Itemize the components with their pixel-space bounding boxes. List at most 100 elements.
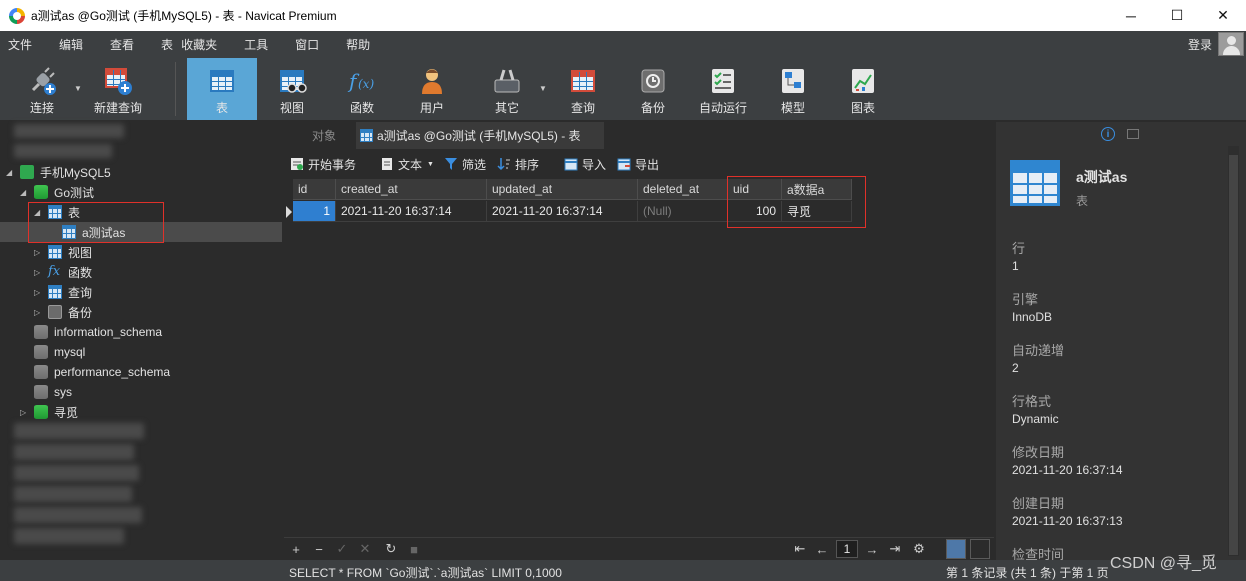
- avatar[interactable]: [1218, 32, 1244, 56]
- first-page-icon[interactable]: ⇤: [792, 541, 808, 557]
- blurred-connection: [14, 465, 139, 481]
- transaction-icon: [290, 157, 304, 171]
- add-record-icon[interactable]: +: [288, 541, 304, 557]
- collapse-arrow-icon[interactable]: ◢: [20, 188, 26, 197]
- sort-button[interactable]: 排序: [497, 156, 539, 173]
- table-cell[interactable]: 2021-11-20 16:37:14: [487, 201, 638, 222]
- info-panel-scrollbar[interactable]: [1228, 146, 1239, 556]
- menu-edit[interactable]: 编辑: [51, 36, 83, 53]
- toolbar-new-query-button[interactable]: 新建查询: [88, 58, 148, 120]
- tab-objects[interactable]: 对象: [292, 122, 356, 149]
- discard-changes-icon[interactable]: ✕: [357, 541, 373, 557]
- toolbar-user-button[interactable]: 用户: [402, 58, 462, 120]
- toolbar-table-button[interactable]: 表: [187, 58, 257, 120]
- tree-queries-node[interactable]: ▷ 查询: [0, 282, 282, 302]
- text-icon: [380, 157, 394, 171]
- table-cell[interactable]: 1: [293, 201, 336, 222]
- info-row-format-label: 行格式: [1012, 394, 1052, 409]
- previous-page-icon[interactable]: ←: [814, 541, 830, 557]
- toolbar-query-button[interactable]: 查询: [553, 58, 613, 120]
- toolbar-chart-button[interactable]: 图表: [833, 58, 893, 120]
- info-object-name: a测试as: [1076, 169, 1128, 185]
- next-page-icon[interactable]: →: [864, 541, 880, 557]
- tree-database-performance-schema[interactable]: performance_schema: [0, 362, 282, 382]
- menu-window[interactable]: 窗口: [287, 36, 319, 53]
- column-header-deleted-at[interactable]: deleted_at: [638, 179, 728, 200]
- menu-file[interactable]: 文件: [0, 36, 32, 53]
- maximize-button[interactable]: ☐: [1154, 0, 1200, 31]
- delete-record-icon[interactable]: −: [311, 541, 327, 557]
- page-number-input[interactable]: 1: [836, 540, 858, 558]
- tab-table-editor-label: a测试as @Go测试 (手机MySQL5) - 表: [377, 129, 581, 143]
- window-controls: ─ ☐ ✕: [1108, 0, 1246, 31]
- tree-database-xunmi[interactable]: ▷ 寻觅: [0, 402, 282, 422]
- chart-icon: [848, 66, 878, 96]
- tree-database-go[interactable]: ◢ Go测试: [0, 182, 282, 202]
- stop-icon[interactable]: ■: [406, 541, 422, 557]
- expand-arrow-icon[interactable]: ▷: [20, 408, 26, 417]
- toolbar-connect-button[interactable]: 连接: [12, 58, 72, 120]
- toolbar-function-label: 函数: [349, 101, 374, 115]
- toolbar-model-label: 模型: [780, 101, 805, 115]
- text-button[interactable]: 文本 ▼: [380, 156, 434, 173]
- export-button[interactable]: 导出: [617, 156, 659, 173]
- tree-database-mysql[interactable]: mysql: [0, 342, 282, 362]
- begin-transaction-button[interactable]: 开始事务: [290, 156, 356, 173]
- text-dropdown-icon[interactable]: ▼: [427, 161, 434, 168]
- toolbar-user-label: 用户: [419, 101, 444, 115]
- connect-dropdown-icon[interactable]: ▼: [74, 84, 82, 93]
- column-header-created-at[interactable]: created_at: [336, 179, 487, 200]
- column-header-updated-at[interactable]: updated_at: [487, 179, 638, 200]
- close-button[interactable]: ✕: [1200, 0, 1246, 31]
- tree-views-node[interactable]: ▷ 视图: [0, 242, 282, 262]
- table-cell[interactable]: 2021-11-20 16:37:14: [336, 201, 487, 222]
- toolbar-backup-button[interactable]: 备份: [623, 58, 683, 120]
- tree-database-sys[interactable]: sys: [0, 382, 282, 402]
- view-icon: [48, 245, 62, 259]
- toolbar-view-button[interactable]: 视图: [262, 58, 322, 120]
- toolbar-model-button[interactable]: 模型: [763, 58, 823, 120]
- minimize-button[interactable]: ─: [1108, 0, 1154, 31]
- form-view-icon[interactable]: [970, 539, 990, 559]
- toolbar-automation-button[interactable]: 自动运行: [693, 58, 753, 120]
- refresh-icon[interactable]: ↻: [383, 541, 399, 557]
- menu-tools[interactable]: 工具: [236, 36, 268, 53]
- import-button[interactable]: 导入: [564, 156, 606, 173]
- new-query-icon: [103, 66, 133, 96]
- export-icon: [617, 157, 631, 171]
- expand-arrow-icon[interactable]: ▷: [34, 268, 40, 277]
- menu-view[interactable]: 查看: [102, 36, 134, 53]
- grid-view-icon[interactable]: [946, 539, 966, 559]
- toolbar-view-label: 视图: [279, 101, 304, 115]
- login-link[interactable]: 登录: [1188, 36, 1212, 53]
- tree-database-information-schema[interactable]: information_schema: [0, 322, 282, 342]
- tab-table-editor[interactable]: a测试as @Go测试 (手机MySQL5) - 表: [356, 122, 604, 149]
- menu-favorites[interactable]: 收藏夹: [173, 36, 217, 53]
- apply-changes-icon[interactable]: ✓: [334, 541, 350, 557]
- grid-settings-icon[interactable]: ⚙: [911, 541, 927, 557]
- expand-arrow-icon[interactable]: ▷: [34, 248, 40, 257]
- collapse-arrow-icon[interactable]: ◢: [6, 168, 12, 177]
- filter-button[interactable]: 筛选: [444, 156, 486, 173]
- tree-backups-node[interactable]: ▷ 备份: [0, 302, 282, 322]
- tree-views-label: 视图: [68, 245, 93, 260]
- toolbar-function-button[interactable]: f (x) 函数: [332, 58, 392, 120]
- other-dropdown-icon[interactable]: ▼: [539, 84, 547, 93]
- info-icon[interactable]: i: [1101, 127, 1115, 141]
- ddl-icon[interactable]: [1127, 129, 1139, 139]
- watermark-text: CSDN @寻_觅: [1110, 555, 1217, 572]
- toolbar-other-button[interactable]: 其它: [477, 58, 537, 120]
- tree-functions-node[interactable]: ▷ fx 函数: [0, 262, 282, 282]
- table-cell[interactable]: (Null): [638, 201, 728, 222]
- expand-arrow-icon[interactable]: ▷: [34, 308, 40, 317]
- column-header-id[interactable]: id: [293, 179, 336, 200]
- expand-arrow-icon[interactable]: ▷: [34, 288, 40, 297]
- import-label: 导入: [582, 157, 607, 172]
- scrollbar-thumb[interactable]: [1229, 155, 1238, 555]
- tree-connection-mysql5[interactable]: ◢ 手机MySQL5: [0, 162, 282, 182]
- info-auto-increment-label: 自动递增: [1012, 343, 1065, 358]
- object-info-panel: i a测试as 表 行 1 引擎 InnoDB 自动递增 2 行格式 Dynam…: [996, 122, 1246, 562]
- menu-help[interactable]: 帮助: [338, 36, 370, 53]
- menu-table[interactable]: 表: [153, 36, 173, 53]
- last-page-icon[interactable]: ⇥: [887, 541, 903, 557]
